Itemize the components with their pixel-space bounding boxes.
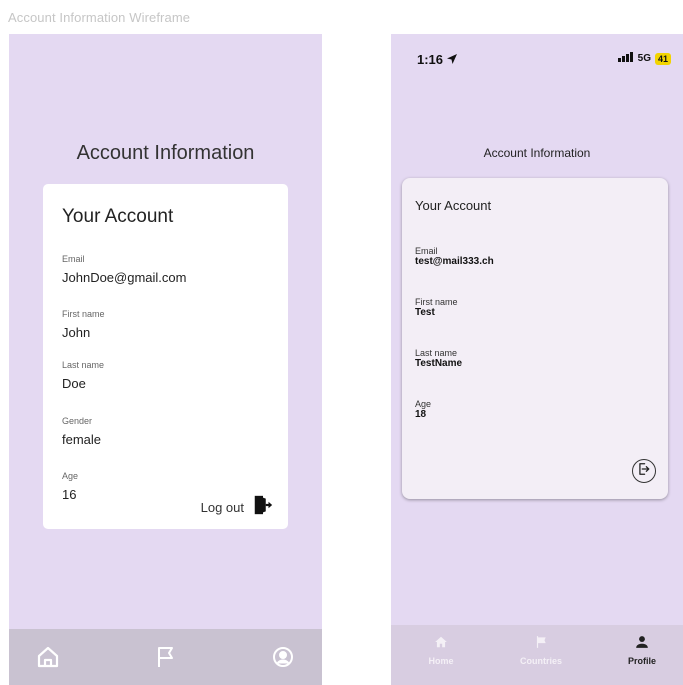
account-card: Your Account Email test@mail333.ch First… <box>402 178 668 499</box>
bottom-nav: Home Countries Profile <box>391 625 683 685</box>
age-label: Age <box>62 471 79 481</box>
time-text: 1:16 <box>417 52 444 67</box>
first-name-value: Test <box>415 307 435 318</box>
nav-countries[interactable]: Countries <box>511 635 571 666</box>
last-name-label: Last name <box>415 348 458 358</box>
logout-icon <box>637 462 651 481</box>
age-field: Age 18 <box>415 399 431 420</box>
email-label: Email <box>62 254 85 264</box>
first-name-field: First name John <box>62 309 105 340</box>
status-time: 1:16 <box>417 52 458 67</box>
status-indicators: 5G 41 <box>617 52 671 65</box>
bottom-nav <box>9 629 322 685</box>
page-title: Account Information <box>76 142 255 164</box>
network-label: 5G <box>637 53 651 64</box>
flag-icon <box>534 636 548 653</box>
first-name-label: First name <box>415 297 458 307</box>
page-title: Account Information <box>483 146 591 160</box>
email-value: JohnDoe@gmail.com <box>62 270 187 285</box>
phone-screen: 1:16 5G 41 Account Information Your Acco… <box>391 34 683 685</box>
nav-profile[interactable]: Profile <box>612 635 672 666</box>
profile-icon[interactable] <box>271 645 295 674</box>
flag-icon[interactable] <box>154 645 178 674</box>
first-name-value: John <box>62 325 91 340</box>
battery-badge: 41 <box>654 52 671 65</box>
page-caption: Account Information Wireframe <box>8 10 191 25</box>
home-icon <box>434 636 448 653</box>
last-name-value: Doe <box>62 376 86 391</box>
logout-button[interactable] <box>632 459 656 483</box>
gender-field: Gender female <box>62 416 101 447</box>
gender-label: Gender <box>62 416 93 426</box>
nav-home[interactable]: Home <box>411 635 471 666</box>
email-value: test@mail333.ch <box>415 256 494 267</box>
email-field: Email test@mail333.ch <box>415 246 494 267</box>
last-name-value: TestName <box>415 358 463 369</box>
age-value: 16 <box>62 487 77 502</box>
nav-profile-label: Profile <box>627 656 656 666</box>
card-title: Your Account <box>415 198 492 213</box>
age-label: Age <box>415 399 432 409</box>
home-icon[interactable] <box>36 645 60 674</box>
first-name-field: First name Test <box>415 297 458 318</box>
nav-countries-label: Countries <box>519 656 562 666</box>
location-arrow-icon <box>447 52 458 67</box>
last-name-field: Last name Doe <box>62 360 104 391</box>
person-icon <box>635 636 649 653</box>
age-value: 18 <box>415 409 427 420</box>
first-name-label: First name <box>62 309 105 319</box>
nav-home-label: Home <box>428 656 454 666</box>
wireframe-screen: Account Information Your Account Email J… <box>9 34 322 685</box>
email-label: Email <box>415 246 438 256</box>
logout-icon <box>252 494 274 521</box>
card-title: Your Account <box>62 206 174 227</box>
email-field: Email JohnDoe@gmail.com <box>62 254 186 285</box>
logout-button[interactable]: Log out <box>201 494 274 521</box>
gender-value: female <box>62 432 102 447</box>
signal-icon <box>617 52 634 65</box>
age-field: Age 16 <box>62 471 78 502</box>
account-card: Your Account Email JohnDoe@gmail.com Fir… <box>43 184 288 529</box>
last-name-field: Last name TestName <box>415 348 462 369</box>
last-name-label: Last name <box>62 360 105 370</box>
logout-label: Log out <box>200 500 244 515</box>
